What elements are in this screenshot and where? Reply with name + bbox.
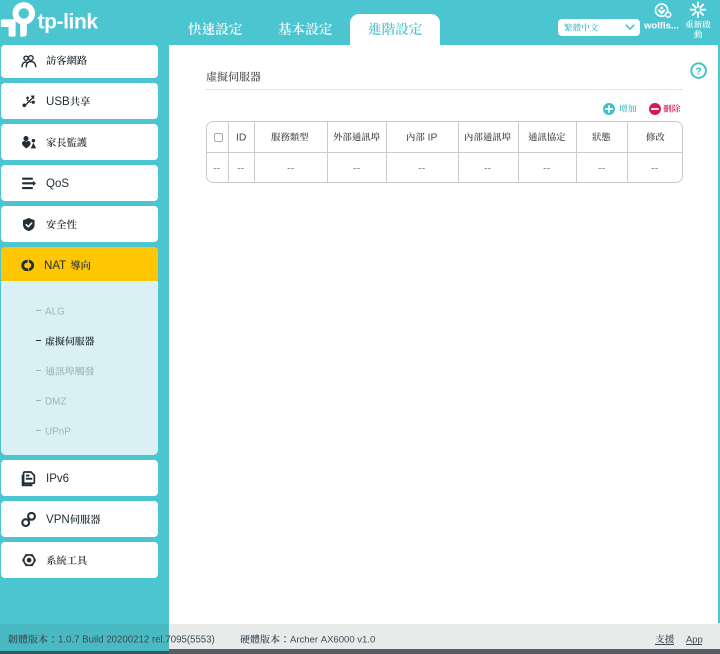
- svg-text:UPnP: UPnP: [45, 426, 71, 437]
- svg-text:USB: USB: [46, 96, 70, 108]
- svg-text:DMZ: DMZ: [45, 396, 66, 407]
- svg-text:IP: IP: [425, 132, 438, 143]
- svg-text:ID: ID: [236, 132, 246, 143]
- svg-text:Archer AX6000 v1.0: Archer AX6000 v1.0: [290, 635, 375, 646]
- svg-text:QoS: QoS: [46, 178, 69, 190]
- svg-text:wolfis...: wolfis...: [643, 20, 679, 31]
- svg-text:1.0.7 Build 20200212 rel.7095(: 1.0.7 Build 20200212 rel.7095(5553): [58, 635, 215, 646]
- svg-text:?: ?: [695, 65, 701, 77]
- svg-text:tp-link: tp-link: [38, 10, 99, 33]
- svg-text:NAT: NAT: [44, 260, 69, 272]
- svg-text:VPN: VPN: [46, 514, 70, 526]
- svg-text:--: --: [651, 162, 659, 174]
- svg-text:--: --: [237, 162, 245, 174]
- svg-text:--: --: [543, 162, 551, 174]
- svg-text:--: --: [484, 162, 492, 174]
- svg-text:--: --: [213, 162, 221, 174]
- svg-text:App: App: [686, 633, 703, 644]
- svg-text:IPv6: IPv6: [46, 473, 69, 485]
- svg-text:--: --: [287, 162, 295, 174]
- svg-text:--: --: [353, 162, 361, 174]
- svg-text:ALG: ALG: [45, 306, 65, 317]
- svg-text:--: --: [418, 162, 426, 174]
- svg-text:--: --: [598, 162, 606, 174]
